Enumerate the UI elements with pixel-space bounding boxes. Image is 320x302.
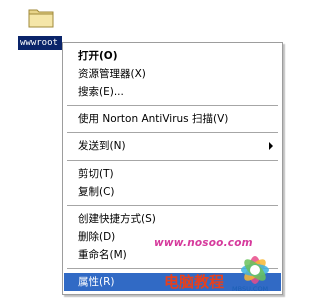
menu-separator — [67, 160, 278, 161]
watermark-chinese-text: 电脑教程 — [164, 273, 225, 291]
menu-item-send-to-label: 发送到(N) — [78, 140, 126, 152]
menu-item-open[interactable]: 打开(O) — [64, 47, 281, 65]
menu-item-create-shortcut[interactable]: 创建快捷方式(S) — [64, 210, 281, 228]
folder-label[interactable]: wwwroot — [18, 36, 62, 50]
menu-item-copy[interactable]: 复制(C) — [64, 183, 281, 201]
menu-separator — [67, 132, 278, 133]
watermark-logo-icon — [229, 250, 281, 286]
menu-item-norton-scan[interactable]: 使用 Norton AntiVirus 扫描(V) — [64, 110, 281, 128]
menu-item-search[interactable]: 搜索(E)... — [64, 83, 281, 101]
folder-icon[interactable] — [28, 6, 54, 28]
submenu-arrow-icon — [269, 142, 273, 150]
watermark-url: www.nosoo.com — [154, 237, 253, 249]
menu-separator — [67, 205, 278, 206]
watermark-site: MBSU.COM — [232, 285, 269, 293]
menu-separator — [67, 105, 278, 106]
menu-item-cut[interactable]: 剪切(T) — [64, 165, 281, 183]
menu-item-send-to[interactable]: 发送到(N) — [64, 137, 281, 155]
menu-item-explorer[interactable]: 资源管理器(X) — [64, 65, 281, 83]
